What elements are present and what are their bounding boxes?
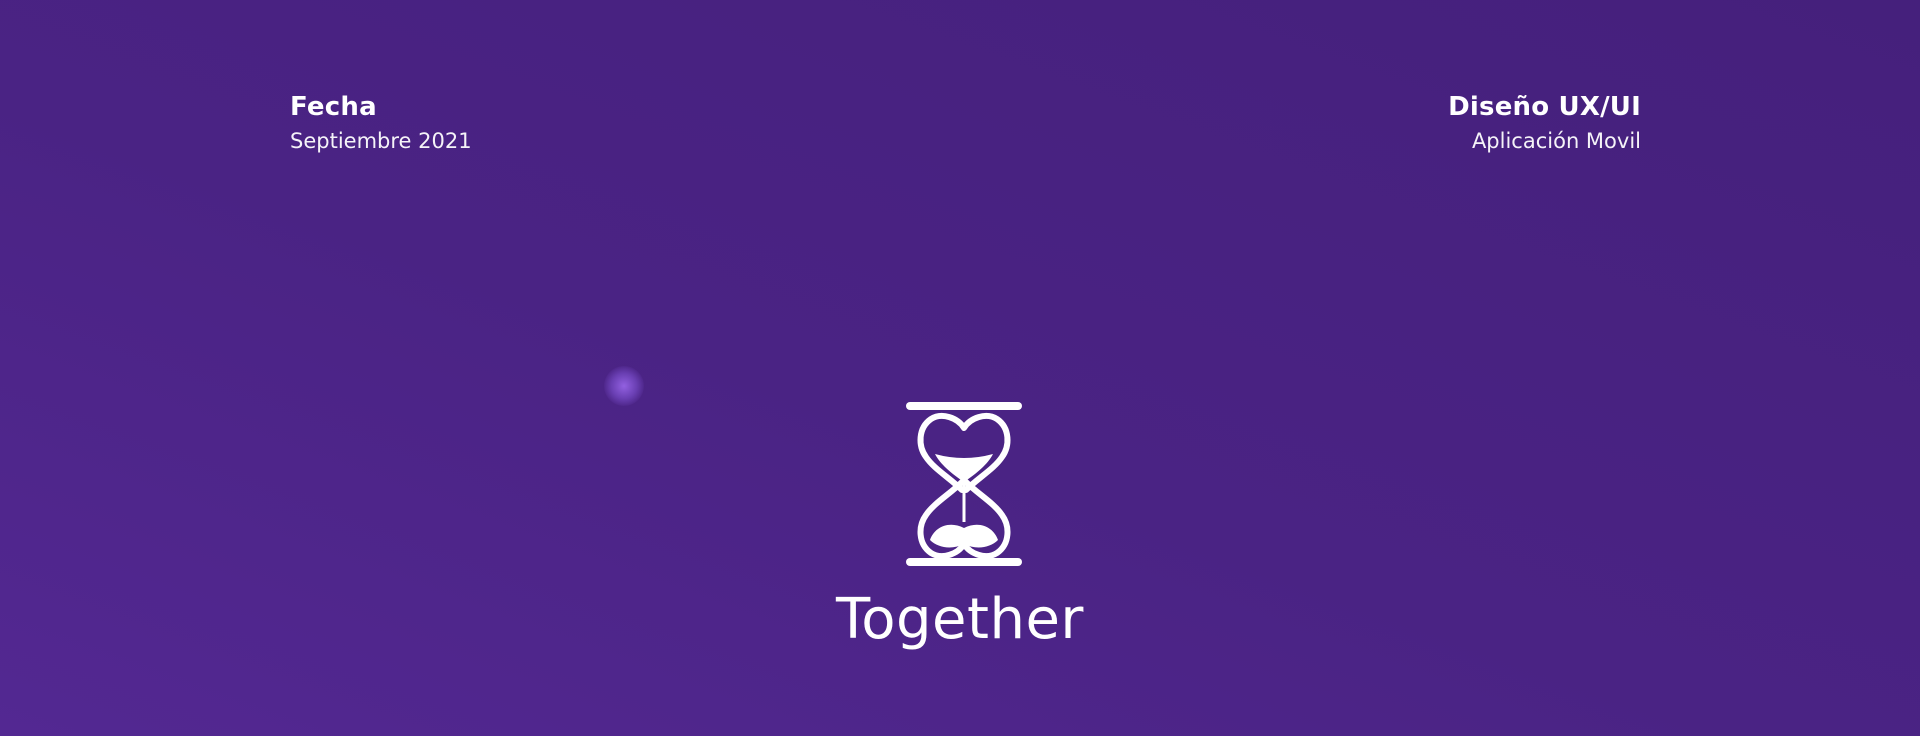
date-label: Fecha	[290, 92, 377, 122]
date-value: Septiembre 2021	[290, 129, 472, 153]
glow-dot	[604, 366, 644, 406]
design-value: Aplicación Movil	[1471, 129, 1641, 153]
heart-hourglass-icon	[906, 402, 1022, 566]
design-label: Diseño UX/UI	[1448, 92, 1641, 122]
brand-name: Together	[836, 587, 1084, 652]
design-info: Diseño UX/UI Aplicación Movil	[1448, 90, 1641, 156]
date-info: Fecha Septiembre 2021	[290, 90, 472, 156]
